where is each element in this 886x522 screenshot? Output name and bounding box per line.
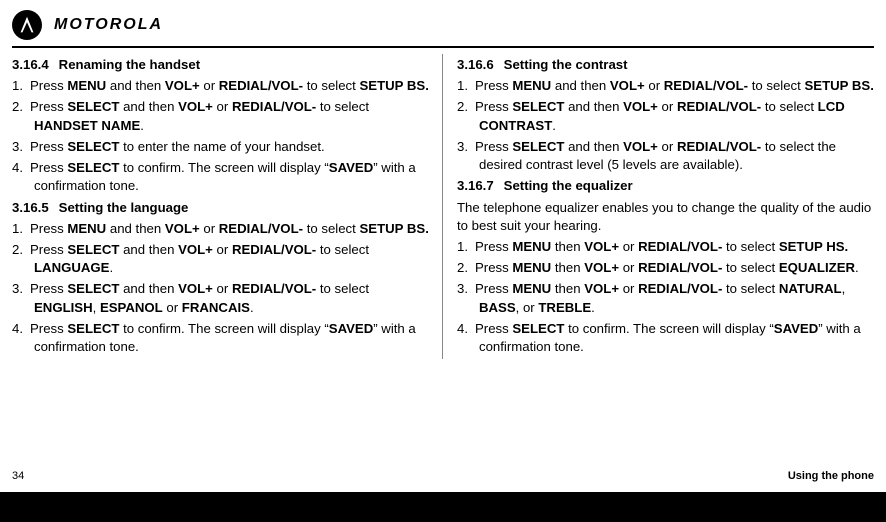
list-item: Press MENU and then VOL+ or REDIAL/VOL- … <box>12 77 432 95</box>
section-heading-text: Setting the contrast <box>504 57 628 72</box>
list-item: Press SELECT to confirm. The screen will… <box>12 159 432 195</box>
list-item: Press MENU then VOL+ or REDIAL/VOL- to s… <box>457 280 874 316</box>
list-item: Press MENU and then VOL+ or REDIAL/VOL- … <box>12 220 432 238</box>
page-header: MOTOROLA <box>12 0 874 44</box>
list-item: Press SELECT and then VOL+ or REDIAL/VOL… <box>12 280 432 316</box>
list-item: Press SELECT and then VOL+ or REDIAL/VOL… <box>12 98 432 134</box>
list-item: Press SELECT to confirm. The screen will… <box>457 320 874 356</box>
list-item: Press SELECT to confirm. The screen will… <box>12 320 432 356</box>
section-3-16-7-steps: Press MENU then VOL+ or REDIAL/VOL- to s… <box>457 238 874 356</box>
list-item: Press SELECT and then VOL+ or REDIAL/VOL… <box>457 98 874 134</box>
list-item: Press SELECT and then VOL+ or REDIAL/VOL… <box>457 138 874 174</box>
content-columns: 3.16.4 Renaming the handset Press MENU an… <box>12 54 874 359</box>
header-divider <box>12 46 874 48</box>
list-item: Press SELECT to enter the name of your h… <box>12 138 432 156</box>
page-footer: 34 Using the phone <box>12 470 874 482</box>
manual-page: MOTOROLA 3.16.4 Renaming the handset Pres… <box>0 0 886 492</box>
list-item: Press SELECT and then VOL+ or REDIAL/VOL… <box>12 241 432 277</box>
section-number: 3.16.4 <box>12 57 49 72</box>
right-column: 3.16.6 Setting the contrast Press MENU an… <box>443 54 874 359</box>
page-number: 34 <box>12 470 24 482</box>
section-heading-text: Renaming the handset <box>59 57 200 72</box>
section-3-16-4-title: 3.16.4 Renaming the handset <box>12 56 432 74</box>
list-item: Press MENU then VOL+ or REDIAL/VOL- to s… <box>457 259 874 277</box>
list-item: Press MENU then VOL+ or REDIAL/VOL- to s… <box>457 238 874 256</box>
section-3-16-6-steps: Press MENU and then VOL+ or REDIAL/VOL- … <box>457 77 874 174</box>
section-3-16-7-intro: The telephone equalizer enables you to c… <box>457 199 874 235</box>
section-heading-text: Setting the language <box>59 200 189 215</box>
left-column: 3.16.4 Renaming the handset Press MENU an… <box>12 54 443 359</box>
footer-section-label: Using the phone <box>788 470 874 482</box>
section-3-16-6-title: 3.16.6 Setting the contrast <box>457 56 874 74</box>
batwing-icon <box>16 14 38 36</box>
list-item: Press MENU and then VOL+ or REDIAL/VOL- … <box>457 77 874 95</box>
section-number: 3.16.5 <box>12 200 49 215</box>
section-3-16-7-title: 3.16.7 Setting the equalizer <box>457 177 874 195</box>
section-3-16-5-title: 3.16.5 Setting the language <box>12 199 432 217</box>
section-number: 3.16.6 <box>457 57 494 72</box>
motorola-logo-icon <box>12 10 42 40</box>
section-heading-text: Setting the equalizer <box>504 178 633 193</box>
section-number: 3.16.7 <box>457 178 494 193</box>
section-3-16-5-steps: Press MENU and then VOL+ or REDIAL/VOL- … <box>12 220 432 357</box>
section-3-16-4-steps: Press MENU and then VOL+ or REDIAL/VOL- … <box>12 77 432 195</box>
brand-name: MOTOROLA <box>54 16 163 34</box>
